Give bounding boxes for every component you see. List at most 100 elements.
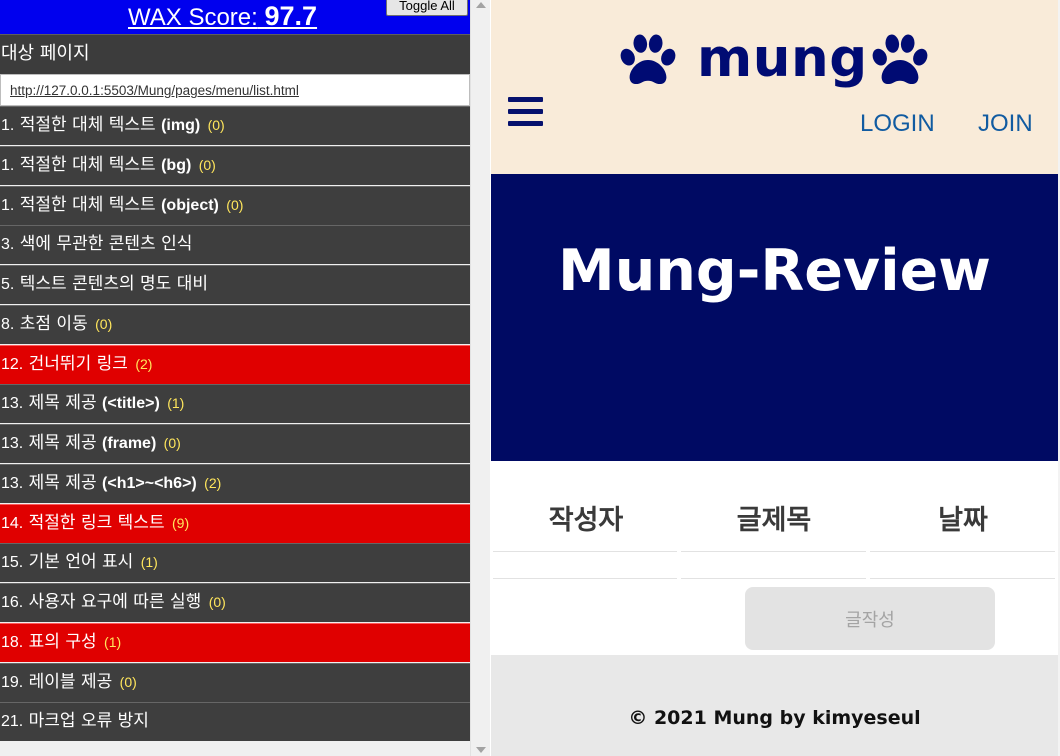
- wax-check-item[interactable]: 21. 마크업 오류 방지: [0, 702, 470, 742]
- column-header-date: 날짜: [938, 505, 988, 536]
- wax-check-item[interactable]: 13. 제목 제공 (frame) (0): [0, 424, 470, 463]
- wax-check-number: 16.: [1, 594, 24, 611]
- hamburger-bar: [508, 97, 543, 102]
- table-divider: [681, 578, 866, 579]
- wax-check-qualifier: (<title>): [102, 395, 160, 413]
- table-divider: [493, 578, 677, 579]
- wax-check-number: 13.: [1, 474, 24, 492]
- column-header-author: 작성자: [548, 505, 624, 536]
- wax-check-item[interactable]: 13. 제목 제공 (<title>) (1): [0, 384, 470, 424]
- wax-check-label: 제목 제공: [28, 393, 97, 414]
- scroll-up-arrow-icon[interactable]: [476, 2, 486, 8]
- column-header-title: 글제목: [736, 505, 812, 536]
- wax-check-number: 8.: [1, 315, 15, 333]
- write-post-button[interactable]: 글작성: [745, 587, 995, 650]
- wax-check-label: 적절한 대체 텍스트: [19, 154, 156, 175]
- table-divider: [870, 551, 1055, 552]
- wax-check-count: (0): [207, 117, 225, 133]
- wax-check-label: 건너뛰기 링크: [28, 353, 128, 374]
- table-divider: [870, 578, 1055, 579]
- wax-check-item[interactable]: 3. 색에 무관한 콘텐츠 인식: [0, 225, 470, 265]
- wax-score-bar: WAX Score: 97.7 Toggle All: [0, 0, 470, 34]
- site-page: mung LOGIN JOIN Mung-Review 작성자 글제목 날짜 글…: [491, 0, 1058, 756]
- hamburger-bar: [508, 109, 543, 114]
- site-footer: © 2021 Mung by kimyeseul: [491, 655, 1058, 756]
- wax-check-label: 색에 무관한 콘텐츠 인식: [19, 234, 193, 255]
- wax-check-item[interactable]: 5. 텍스트 콘텐츠의 명도 대비: [0, 265, 470, 304]
- wax-check-number: 1.: [1, 196, 15, 214]
- wax-check-number: 3.: [1, 236, 15, 254]
- wax-check-number: 18.: [1, 633, 24, 651]
- wax-check-item[interactable]: 14. 적절한 링크 텍스트 (9): [0, 503, 470, 543]
- table-divider: [681, 551, 866, 552]
- wax-check-number: 15.: [1, 554, 24, 572]
- wax-check-item[interactable]: 8. 초점 이동 (0): [0, 304, 470, 344]
- wax-score-value: 97.7: [264, 1, 318, 31]
- wax-panel-scrollbar[interactable]: [470, 0, 490, 756]
- wax-panel: WAX Score: 97.7 Toggle All 대상 페이지 http:/…: [0, 0, 470, 756]
- table-divider: [493, 551, 677, 552]
- wax-check-qualifier: (<h1>~<h6>): [102, 474, 197, 492]
- wax-check-item[interactable]: 18. 표의 구성 (1): [0, 622, 470, 662]
- wax-check-count: (2): [135, 355, 153, 372]
- wax-score[interactable]: WAX Score: 97.7: [128, 0, 317, 34]
- wax-check-count: (0): [198, 156, 216, 173]
- wax-check-label: 적절한 대체 텍스트: [19, 115, 156, 135]
- wax-check-count: (1): [167, 395, 185, 412]
- target-page-label: 대상 페이지: [0, 34, 470, 74]
- wax-check-number: 14.: [1, 514, 24, 532]
- wax-check-count: (0): [226, 196, 244, 213]
- wax-check-count: (0): [208, 594, 226, 610]
- wax-check-number: 19.: [1, 673, 24, 691]
- wax-score-label: WAX Score:: [128, 4, 258, 31]
- wax-check-qualifier: (frame): [102, 435, 157, 452]
- wax-check-count: (1): [104, 633, 122, 650]
- toggle-all-button[interactable]: Toggle All: [386, 0, 468, 16]
- footer-copyright: © 2021 Mung by kimyeseul: [628, 707, 921, 729]
- wax-check-qualifier: (object): [161, 196, 219, 214]
- wax-check-number: 21.: [1, 713, 24, 731]
- wax-check-qualifier: (img): [161, 117, 201, 134]
- target-page-url-link[interactable]: http://127.0.0.1:5503/Mung/pages/menu/li…: [0, 74, 470, 106]
- join-link[interactable]: JOIN: [978, 109, 1033, 139]
- wax-check-item[interactable]: 12. 건너뛰기 링크 (2): [0, 344, 470, 384]
- wax-check-number: 1.: [1, 156, 15, 174]
- site-logo[interactable]: mung: [619, 28, 931, 92]
- wax-check-count: (0): [119, 673, 137, 690]
- page-title: Mung-Review: [558, 238, 991, 304]
- wax-check-item[interactable]: 15. 기본 언어 표시 (1): [0, 543, 470, 583]
- wax-check-label: 표의 구성: [28, 631, 97, 652]
- wax-check-qualifier: (bg): [161, 156, 192, 174]
- wax-check-label: 마크업 오류 방지: [28, 711, 149, 732]
- hamburger-menu-icon[interactable]: [508, 96, 544, 128]
- wax-check-number: 5.: [1, 276, 15, 293]
- wax-check-number: 12.: [1, 355, 24, 373]
- wax-check-item[interactable]: 19. 레이블 제공 (0): [0, 662, 470, 702]
- hero-banner: Mung-Review: [491, 174, 1058, 461]
- wax-check-count: (2): [204, 474, 222, 491]
- wax-check-label: 제목 제공: [28, 472, 97, 493]
- wax-check-item[interactable]: 1. 적절한 대체 텍스트 (bg) (0): [0, 145, 470, 185]
- wax-check-list: 1. 적절한 대체 텍스트 (img) (0) 1. 적절한 대체 텍스트 (bg…: [0, 106, 470, 742]
- wax-check-label: 사용자 요구에 따른 실행: [28, 592, 202, 612]
- paw-icon: [872, 34, 928, 85]
- site-header: mung LOGIN JOIN: [491, 0, 1058, 174]
- hamburger-bar: [508, 121, 543, 126]
- wax-check-number: 13.: [1, 395, 24, 413]
- wax-check-item[interactable]: 13. 제목 제공 (<h1>~<h6>) (2): [0, 463, 470, 503]
- wax-check-item[interactable]: 16. 사용자 요구에 따른 실행 (0): [0, 583, 470, 622]
- wax-check-label: 제목 제공: [28, 433, 97, 453]
- site-logo-text: mung: [697, 28, 868, 89]
- wax-check-label: 적절한 링크 텍스트: [28, 512, 165, 533]
- wax-check-item[interactable]: 1. 적절한 대체 텍스트 (object) (0): [0, 185, 470, 225]
- wax-check-count: (1): [140, 554, 158, 571]
- wax-check-item[interactable]: 1. 적절한 대체 텍스트 (img) (0): [0, 106, 470, 145]
- wax-check-label: 레이블 제공: [28, 671, 113, 692]
- paw-icon: [620, 34, 676, 85]
- login-link[interactable]: LOGIN: [860, 109, 935, 139]
- wax-check-count: (0): [163, 435, 181, 451]
- wax-check-label: 적절한 대체 텍스트: [19, 194, 156, 215]
- wax-check-label: 기본 언어 표시: [28, 552, 134, 573]
- wax-check-count: (0): [95, 315, 113, 332]
- scroll-down-arrow-icon[interactable]: [476, 747, 486, 753]
